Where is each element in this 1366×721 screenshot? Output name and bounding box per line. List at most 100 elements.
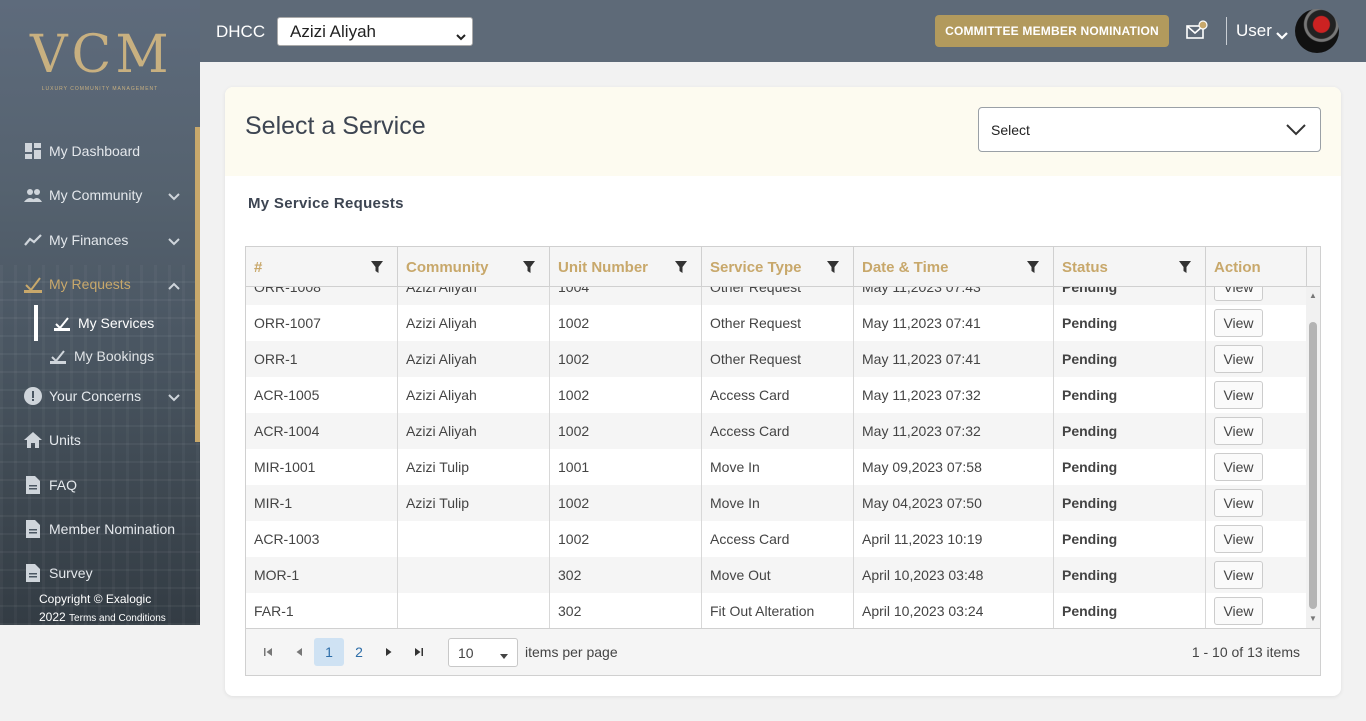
sidebar-item-requests[interactable]: My Requests: [0, 269, 195, 299]
logo-subtitle: LUXURY COMMUNITY MANAGEMENT: [41, 86, 159, 92]
view-button[interactable]: View: [1214, 525, 1263, 553]
community-icon: [24, 186, 42, 204]
header-label: Community: [406, 258, 489, 276]
cell-text: May 11,2023 07:41: [862, 351, 981, 367]
table-row[interactable]: MIR-1 Azizi Tulip 1002 Move In May 04,2023 0…: [246, 485, 1306, 521]
table-row[interactable]: ORR-1007 Azizi Aliyah 1002 Other Request May…: [246, 305, 1306, 341]
scroll-up-icon[interactable]: ▲: [1309, 291, 1317, 300]
cell-col-service-type: Move Out: [702, 557, 854, 593]
community-select[interactable]: Azizi Aliyah: [277, 17, 473, 46]
cell-col-unit-number: 1004: [550, 287, 702, 305]
filter-icon[interactable]: [371, 261, 383, 278]
cell-col-community: Azizi Aliyah: [398, 377, 550, 413]
cell-text: 302: [558, 603, 582, 619]
service-select[interactable]: Select: [978, 107, 1321, 152]
table-row[interactable]: ORR-1008 Azizi Aliyah 1004 Other Request May…: [246, 287, 1306, 305]
table-row[interactable]: ORR-1 Azizi Aliyah 1002 Other Request May 11…: [246, 341, 1306, 377]
table-row[interactable]: ACR-1004 Azizi Aliyah 1002 Access Card May 1…: [246, 413, 1306, 449]
cell-col-date-time: May 09,2023 07:58: [854, 449, 1054, 485]
scrollbar-thumb[interactable]: [1309, 322, 1317, 609]
chevron-down-icon: [456, 27, 466, 47]
sidebar-subitem-my-services[interactable]: My Services: [34, 305, 195, 341]
cell-col-service-type: Other Request: [702, 341, 854, 377]
terms-link[interactable]: Terms and Conditions: [69, 613, 166, 624]
header-col-unit-number[interactable]: Unit Number: [550, 247, 702, 287]
cell-col-unit-number: 1002: [550, 377, 702, 413]
next-page-icon[interactable]: [375, 638, 403, 666]
pager: 1 2 10 items per page 1 - 10 of 13 items: [246, 628, 1320, 675]
cell-text: MOR-1: [254, 567, 300, 583]
page-size-select[interactable]: 10: [448, 638, 518, 667]
cell-col-id: ACR-1004: [246, 413, 398, 449]
view-button[interactable]: View: [1214, 417, 1263, 445]
filter-icon[interactable]: [1179, 261, 1191, 278]
header-col-community[interactable]: Community: [398, 247, 550, 287]
header-col-service-type[interactable]: Service Type: [702, 247, 854, 287]
cell-col-unit-number: 1002: [550, 413, 702, 449]
cell-text: Move Out: [710, 567, 771, 583]
view-button[interactable]: View: [1214, 489, 1263, 517]
view-button[interactable]: View: [1214, 309, 1263, 337]
cell-col-id: ORR-1: [246, 341, 398, 377]
header-col-id[interactable]: #: [246, 247, 398, 287]
sidebar-item-dashboard[interactable]: My Dashboard: [0, 136, 195, 166]
page-number-1[interactable]: 1: [314, 638, 344, 666]
sidebar-subitem-my-bookings[interactable]: My Bookings: [34, 338, 195, 374]
last-page-icon[interactable]: [405, 638, 433, 666]
cell-text: Access Card: [710, 387, 790, 403]
view-button[interactable]: View: [1214, 453, 1263, 481]
cell-text: April 10,2023 03:48: [862, 567, 984, 583]
table-row[interactable]: MOR-1 302 Move Out April 10,2023 03:48 Pendi…: [246, 557, 1306, 593]
cell-text: Pending: [1062, 459, 1118, 475]
cell-text: Fit Out Alteration: [710, 603, 815, 619]
cell-text: Pending: [1062, 567, 1118, 583]
header-col-status[interactable]: Status: [1054, 247, 1206, 287]
cell-text: Pending: [1062, 423, 1118, 439]
sidebar-item-finances[interactable]: My Finances: [0, 225, 195, 255]
cell-col-community: [398, 521, 550, 557]
vcm-logo[interactable]: VCM LUXURY COMMUNITY MANAGEMENT: [30, 28, 170, 92]
cell-text: April 10,2023 03:24: [862, 603, 984, 619]
view-button[interactable]: View: [1214, 561, 1263, 589]
cell-text: ORR-1008: [254, 287, 321, 295]
first-page-icon[interactable]: [254, 638, 282, 666]
cell-text: Azizi Aliyah: [406, 315, 477, 331]
sidebar-item-survey[interactable]: Survey: [0, 558, 195, 588]
copyright: Copyright © Exalogic 2022 Terms and Cond…: [39, 590, 166, 625]
sidebar-item-faq[interactable]: FAQ: [0, 470, 195, 500]
view-button[interactable]: View: [1214, 381, 1263, 409]
table-row[interactable]: MIR-1001 Azizi Tulip 1001 Move In May 09,202…: [246, 449, 1306, 485]
sidebar-item-label: My Community: [49, 187, 143, 203]
sidebar-item-member-nomination[interactable]: Member Nomination: [0, 514, 195, 544]
sidebar-item-units[interactable]: Units: [0, 425, 195, 455]
vertical-scrollbar[interactable]: ▲ ▼: [1306, 287, 1320, 628]
filter-icon[interactable]: [827, 261, 839, 278]
avatar[interactable]: [1295, 9, 1339, 53]
view-button[interactable]: View: [1214, 597, 1263, 625]
view-button[interactable]: View: [1214, 287, 1263, 301]
scroll-down-icon[interactable]: ▼: [1309, 614, 1317, 623]
chevron-down-icon[interactable]: [1276, 27, 1288, 45]
committee-nomination-button[interactable]: COMMITTEE MEMBER NOMINATION: [935, 15, 1169, 47]
view-button[interactable]: View: [1214, 345, 1263, 373]
sidebar-item-community[interactable]: My Community: [0, 180, 195, 210]
cell-text: FAR-1: [254, 603, 294, 619]
cell-text: ORR-1: [254, 351, 298, 367]
header-col-action[interactable]: Action: [1206, 247, 1307, 287]
sidebar-item-concerns[interactable]: Your Concerns: [0, 381, 195, 411]
filter-icon[interactable]: [675, 261, 687, 278]
user-menu-label[interactable]: User: [1236, 21, 1272, 41]
page-number-2[interactable]: 2: [344, 638, 374, 666]
table-row[interactable]: FAR-1 302 Fit Out Alteration April 10,2023 …: [246, 593, 1306, 628]
prev-page-icon[interactable]: [285, 638, 313, 666]
filter-icon[interactable]: [523, 261, 535, 278]
mail-notification-icon[interactable]: [1186, 20, 1208, 47]
sidebar-subitem-label: My Bookings: [74, 348, 155, 364]
table-row[interactable]: ACR-1005 Azizi Aliyah 1002 Access Card May 1…: [246, 377, 1306, 413]
table-row[interactable]: ACR-1003 1002 Access Card April 11,2023 10:…: [246, 521, 1306, 557]
filter-icon[interactable]: [1027, 261, 1039, 278]
cell-col-date-time: May 11,2023 07:32: [854, 413, 1054, 449]
cell-text: Azizi Aliyah: [406, 287, 477, 295]
cell-col-community: Azizi Tulip: [398, 485, 550, 521]
header-col-date-time[interactable]: Date & Time: [854, 247, 1054, 287]
